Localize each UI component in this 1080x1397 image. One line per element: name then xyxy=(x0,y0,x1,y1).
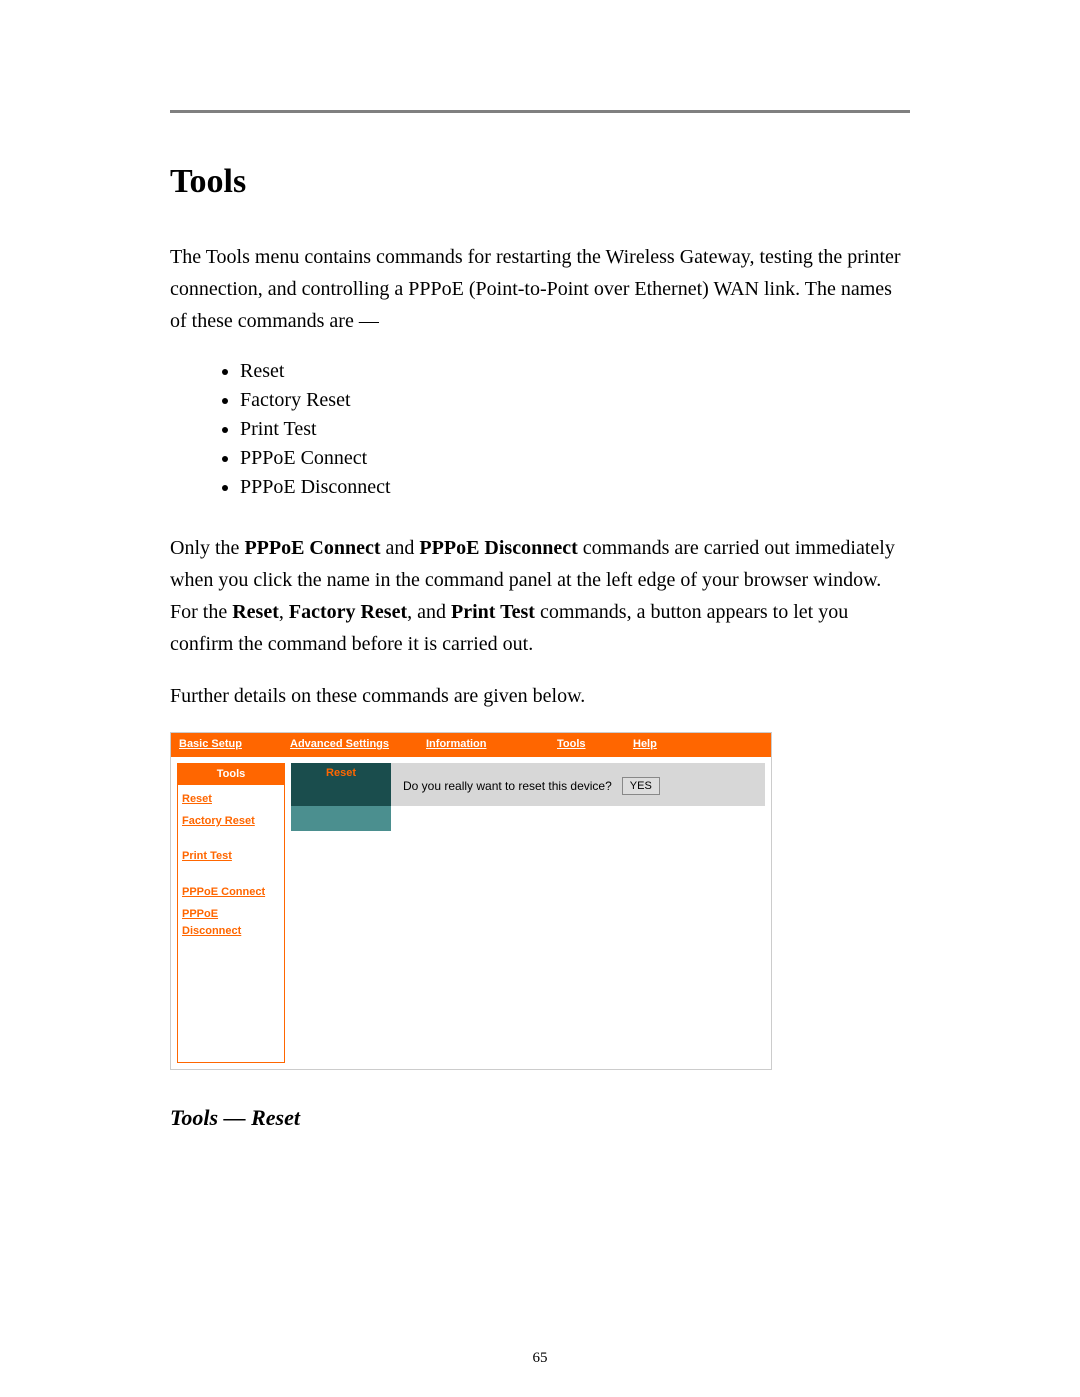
further-details-paragraph: Further details on these commands are gi… xyxy=(170,680,910,712)
reset-prompt: Do you really want to reset this device? xyxy=(403,777,612,796)
page-number: 65 xyxy=(0,1350,1080,1367)
teal-strip xyxy=(291,806,391,831)
content-box: Do you really want to reset this device?… xyxy=(391,763,765,806)
text: , and xyxy=(407,601,451,623)
filler-row xyxy=(291,806,765,831)
sidebar-links: Reset Factory Reset Print Test PPPoE Con… xyxy=(178,785,284,949)
ui-body: Tools Reset Factory Reset Print Test PPP… xyxy=(171,757,771,1069)
explanation-paragraph: Only the PPPoE Connect and PPPoE Disconn… xyxy=(170,532,910,660)
sidebar: Tools Reset Factory Reset Print Test PPP… xyxy=(177,763,285,1063)
bold-text: Reset xyxy=(232,601,279,623)
bold-text: Print Test xyxy=(451,601,535,623)
bold-text: PPPoE Disconnect xyxy=(419,537,577,559)
document-page: Tools The Tools menu contains commands f… xyxy=(0,0,1080,1397)
nav-advanced-settings[interactable]: Advanced Settings xyxy=(282,733,418,757)
bold-text: Factory Reset xyxy=(289,601,407,623)
sidebar-pppoe-disconnect[interactable]: PPPoE Disconnect xyxy=(182,906,280,941)
list-item: PPPoE Connect xyxy=(240,444,910,473)
sidebar-factory-reset[interactable]: Factory Reset xyxy=(182,813,255,831)
nav-tools[interactable]: Tools xyxy=(549,733,625,757)
yes-button[interactable]: YES xyxy=(622,777,660,795)
body-text: The Tools menu contains commands for res… xyxy=(170,241,910,1135)
list-item: Reset xyxy=(240,357,910,386)
intro-paragraph: The Tools menu contains commands for res… xyxy=(170,241,910,337)
router-ui-screenshot: Basic Setup Advanced Settings Informatio… xyxy=(170,732,772,1070)
content-row: Reset Do you really want to reset this d… xyxy=(291,763,765,806)
sidebar-title: Tools xyxy=(178,764,284,786)
text: and xyxy=(381,537,420,559)
list-item: PPPoE Disconnect xyxy=(240,473,910,502)
sidebar-pppoe-connect[interactable]: PPPoE Connect xyxy=(182,884,265,902)
main-column: Reset Do you really want to reset this d… xyxy=(291,757,771,837)
command-list: Reset Factory Reset Print Test PPPoE Con… xyxy=(220,357,910,502)
text: Only the xyxy=(170,537,244,559)
sidebar-reset[interactable]: Reset xyxy=(182,791,212,809)
section-label: Reset xyxy=(291,763,391,806)
nav-help[interactable]: Help xyxy=(625,733,686,757)
top-nav: Basic Setup Advanced Settings Informatio… xyxy=(171,733,771,757)
top-rule xyxy=(170,110,910,113)
list-item: Factory Reset xyxy=(240,386,910,415)
bold-text: PPPoE Connect xyxy=(244,537,380,559)
list-item: Print Test xyxy=(240,415,910,444)
subsection-heading: Tools — Reset xyxy=(170,1100,910,1135)
nav-information[interactable]: Information xyxy=(418,733,549,757)
nav-basic-setup[interactable]: Basic Setup xyxy=(171,733,282,757)
section-heading: Tools xyxy=(170,163,910,201)
sidebar-print-test[interactable]: Print Test xyxy=(182,848,232,866)
text: , xyxy=(279,601,289,623)
